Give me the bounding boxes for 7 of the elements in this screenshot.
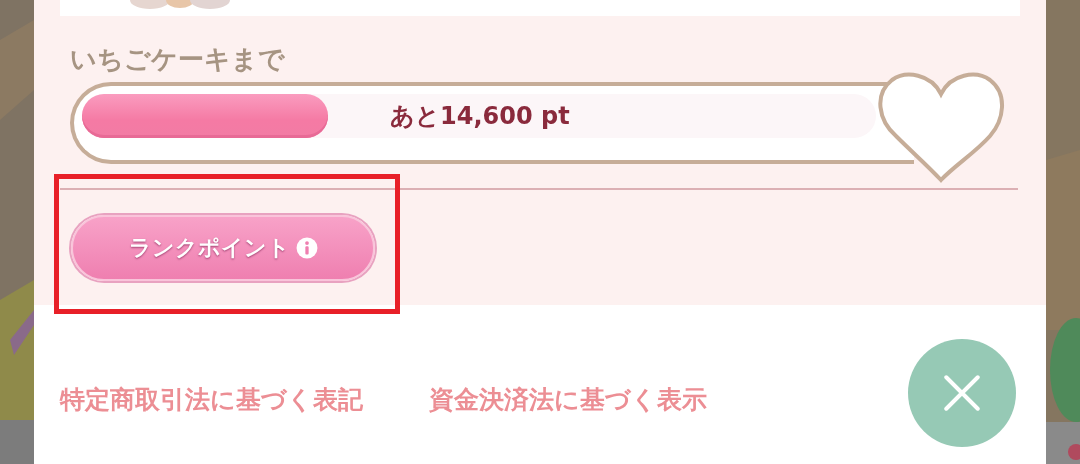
remaining-points: あと14,600 pt	[390, 101, 570, 132]
footer-link[interactable]: 特定商取引法に基づく表記	[60, 383, 363, 416]
goal-label: いちごケーキまで	[70, 43, 286, 76]
info-icon	[295, 237, 318, 259]
close-icon	[944, 374, 980, 411]
footer-link[interactable]: 資金決済法に基づく表示	[429, 383, 707, 416]
rank-points-button[interactable]: ランクポイント	[71, 215, 375, 281]
